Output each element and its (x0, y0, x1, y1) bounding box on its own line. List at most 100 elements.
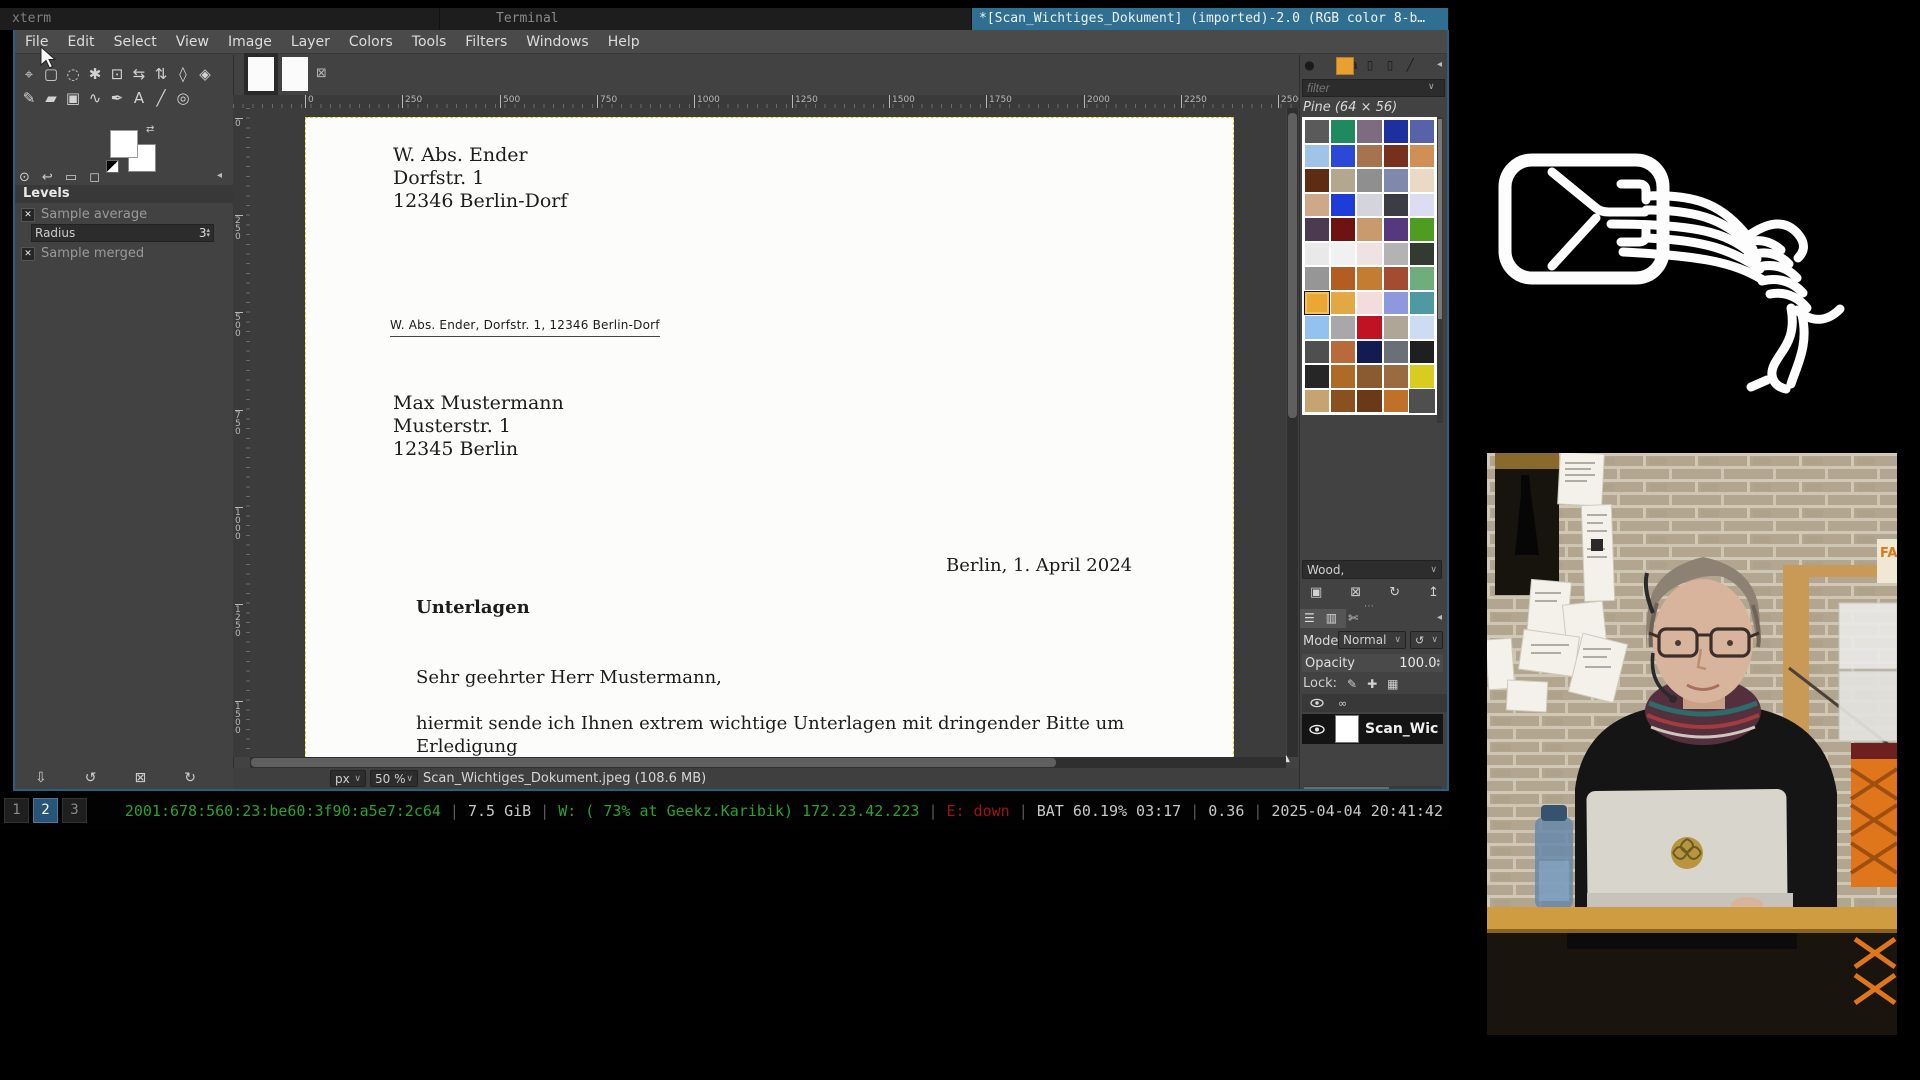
pattern-swatch[interactable] (1356, 364, 1382, 389)
workspace-button-3[interactable]: 3 (62, 798, 87, 823)
chevron-down-icon[interactable]: ∨ (1428, 82, 1435, 92)
panel-expander-icon[interactable]: ◂ (1437, 59, 1442, 70)
lock-position-icon[interactable]: ✚ (1367, 677, 1377, 691)
workspace-button-2-active[interactable]: 2 (33, 798, 58, 823)
pattern-swatch[interactable] (1409, 144, 1435, 169)
pattern-swatch[interactable] (1409, 315, 1435, 340)
pattern-swatch[interactable] (1330, 193, 1356, 218)
clone-tool-icon[interactable]: ▣ (62, 86, 84, 110)
menu-item[interactable]: Filters (465, 34, 507, 50)
warp-tool-icon[interactable]: ◊ (172, 62, 194, 86)
pattern-grid-scrollbar[interactable] (1437, 117, 1443, 423)
patterns-tab-swatch[interactable] (1336, 57, 1354, 75)
opacity-slider[interactable]: Opacity 100.0 ▴▾ (1302, 654, 1443, 672)
reset-tool-icon[interactable]: ↻ (184, 770, 196, 786)
pattern-swatch[interactable] (1304, 389, 1330, 414)
pattern-swatch[interactable] (1330, 291, 1356, 316)
swap-colors-icon[interactable]: ⇄ (146, 124, 154, 135)
pattern-swatch[interactable] (1383, 242, 1409, 267)
pattern-swatch[interactable] (1409, 242, 1435, 267)
pattern-swatch[interactable] (1356, 315, 1382, 340)
open-pattern-icon[interactable]: ↥ (1428, 585, 1439, 600)
menu-item[interactable]: Colors (349, 34, 393, 50)
pattern-swatch[interactable] (1383, 389, 1409, 414)
pattern-swatch[interactable] (1409, 119, 1435, 144)
pattern-swatch[interactable] (1356, 193, 1382, 218)
alignment-tool-icon[interactable]: ⌖ (18, 62, 40, 86)
pattern-swatch[interactable] (1304, 364, 1330, 389)
vertical-ruler[interactable]: 0250500750100012501500 (233, 108, 250, 757)
pattern-swatch[interactable] (1409, 340, 1435, 365)
pattern-swatch[interactable] (1409, 193, 1435, 218)
pattern-swatch[interactable] (1356, 217, 1382, 242)
vertical-scrollbar-thumb[interactable] (1288, 113, 1297, 418)
drag-handle-dots[interactable]: ⋯ (1364, 601, 1375, 612)
restore-preset-icon[interactable]: ↺ (85, 770, 97, 786)
fuzzy-select-tool-icon[interactable]: ✱ (84, 62, 106, 86)
default-colors-icon[interactable] (106, 160, 119, 173)
pattern-swatch[interactable] (1383, 266, 1409, 291)
link-icon[interactable]: ∞ (1338, 697, 1347, 710)
pattern-swatch[interactable] (1409, 217, 1435, 242)
mode-dropdown[interactable]: Normal∨ (1338, 631, 1406, 649)
pattern-swatch[interactable] (1330, 168, 1356, 193)
menu-item[interactable]: Tools (412, 34, 447, 50)
preset-swatch-icon[interactable]: ◻ (89, 170, 100, 185)
pattern-swatch[interactable] (1356, 144, 1382, 169)
menu-item[interactable]: Layer (291, 34, 330, 50)
paths-tab-icon[interactable]: ✄ (1348, 611, 1358, 625)
pattern-swatch[interactable] (1330, 119, 1356, 144)
sample-average-row[interactable]: ✕ Sample average (21, 207, 147, 222)
pattern-swatch[interactable] (1356, 242, 1382, 267)
vertical-scrollbar[interactable] (1287, 108, 1298, 757)
menu-item[interactable]: Help (608, 34, 640, 50)
image-tab[interactable] (282, 57, 308, 91)
crop-tool-icon[interactable]: ⊡ (106, 62, 128, 86)
pattern-swatch[interactable] (1383, 168, 1409, 193)
document-history-tab-icon[interactable]: ▯ (1363, 58, 1378, 72)
zoom-tool-icon[interactable]: ◎ (172, 86, 194, 110)
pattern-swatch[interactable] (1383, 340, 1409, 365)
save-preset-icon[interactable]: ⇩ (35, 770, 47, 786)
pattern-swatch[interactable] (1356, 389, 1382, 414)
paintbrush-tool-icon[interactable]: ✎ (18, 86, 40, 110)
pattern-swatch[interactable] (1409, 364, 1435, 389)
pattern-swatch[interactable] (1330, 242, 1356, 267)
pattern-swatch[interactable] (1356, 266, 1382, 291)
sample-merged-row[interactable]: ✕ Sample merged (21, 246, 144, 261)
pick-average-icon[interactable]: ⊙ (19, 170, 30, 185)
menu-item[interactable]: Select (114, 34, 157, 50)
pattern-swatch[interactable] (1356, 340, 1382, 365)
workspace-button-1[interactable]: 1 (4, 798, 29, 823)
pattern-swatch[interactable] (1383, 291, 1409, 316)
lock-pixels-icon[interactable]: ✎ (1347, 677, 1357, 691)
visibility-eye-icon[interactable] (1310, 698, 1324, 708)
delete-pattern-icon[interactable]: ⊠ (1350, 585, 1361, 600)
pattern-swatch[interactable] (1383, 119, 1409, 144)
menu-item[interactable]: Windows (526, 34, 589, 50)
channels-tab-icon[interactable]: ▥ (1326, 611, 1337, 625)
pattern-swatch[interactable] (1304, 193, 1330, 218)
pattern-swatch[interactable] (1409, 291, 1435, 316)
radius-input[interactable]: Radius 3 ▴▾ (31, 224, 214, 242)
horizontal-ruler[interactable]: 02505007501000125015001750200022502500 (233, 95, 1301, 108)
menu-item[interactable]: Edit (67, 34, 94, 50)
window-tab-gimp-active[interactable]: *[Scan_Wichtiges_Dokument] (imported)-2.… (972, 8, 1449, 30)
fg-color-swatch[interactable] (110, 130, 138, 158)
pattern-swatch[interactable] (1383, 217, 1409, 242)
lock-alpha-icon[interactable]: ▦ (1387, 677, 1398, 691)
pattern-swatch[interactable] (1409, 168, 1435, 193)
pattern-swatch[interactable] (1330, 389, 1356, 414)
pattern-swatch[interactable] (1330, 144, 1356, 169)
panel-expander-icon[interactable]: ◂ (1437, 612, 1442, 623)
opacity-spinner[interactable]: ▴▾ (1436, 658, 1440, 668)
layer-name[interactable]: Scan_Wic (1365, 721, 1438, 737)
brush-dropdown[interactable]: Wood,∨ (1302, 560, 1442, 579)
pattern-swatch[interactable] (1330, 266, 1356, 291)
sample-merged-checkbox[interactable]: ✕ (21, 247, 35, 261)
layers-tab-icon[interactable]: ☰ (1304, 611, 1315, 625)
mode-switch-button[interactable]: ↺ ∨ (1410, 631, 1443, 649)
flip-tool-icon[interactable]: ⇅ (150, 62, 172, 86)
pattern-swatch[interactable] (1356, 119, 1382, 144)
image-tab-active[interactable] (244, 53, 278, 95)
